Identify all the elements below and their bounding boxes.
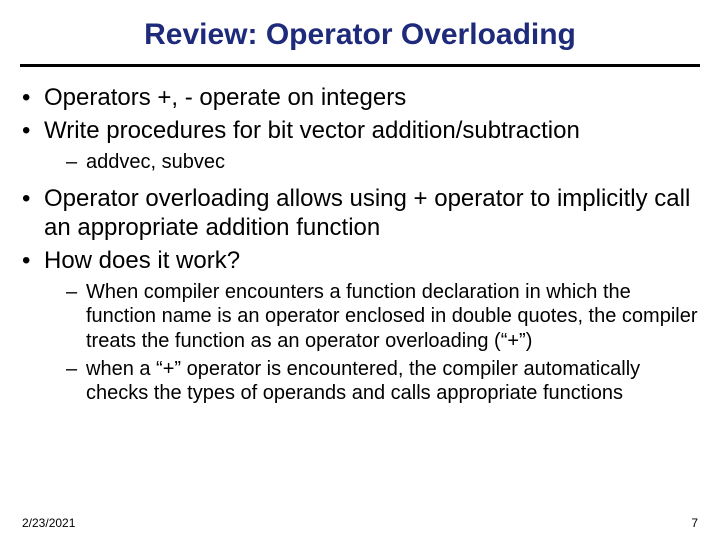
bullet-list: Operators +, - operate on integers Write… bbox=[22, 83, 698, 406]
sub-bullet-list: addvec, subvec bbox=[44, 150, 698, 174]
bullet-item: Operator overloading allows using + oper… bbox=[22, 184, 698, 243]
slide: Review: Operator Overloading Operators +… bbox=[0, 0, 720, 540]
sub-bullet-text: when a “+” operator is encountered, the … bbox=[86, 358, 640, 404]
sub-bullet-list: When compiler encounters a function decl… bbox=[44, 280, 698, 406]
footer-page-number: 7 bbox=[691, 516, 698, 530]
bullet-text: Operators +, - operate on integers bbox=[44, 84, 406, 111]
sub-bullet-item: when a “+” operator is encountered, the … bbox=[66, 357, 698, 406]
title-divider bbox=[20, 64, 700, 67]
bullet-item: Operators +, - operate on integers bbox=[22, 83, 698, 112]
sub-bullet-text: When compiler encounters a function decl… bbox=[86, 281, 698, 352]
slide-body: Operators +, - operate on integers Write… bbox=[0, 83, 720, 406]
slide-footer: 2/23/2021 7 bbox=[0, 516, 720, 530]
bullet-item: Write procedures for bit vector addition… bbox=[22, 116, 698, 174]
sub-bullet-item: addvec, subvec bbox=[66, 150, 698, 174]
sub-bullet-item: When compiler encounters a function decl… bbox=[66, 280, 698, 353]
bullet-text: Write procedures for bit vector addition… bbox=[44, 117, 580, 144]
sub-bullet-text: addvec, subvec bbox=[86, 151, 225, 173]
footer-date: 2/23/2021 bbox=[22, 516, 75, 530]
bullet-item: How does it work? When compiler encounte… bbox=[22, 246, 698, 405]
bullet-text: Operator overloading allows using + oper… bbox=[44, 185, 690, 241]
slide-title: Review: Operator Overloading bbox=[0, 0, 720, 64]
bullet-text: How does it work? bbox=[44, 247, 240, 274]
